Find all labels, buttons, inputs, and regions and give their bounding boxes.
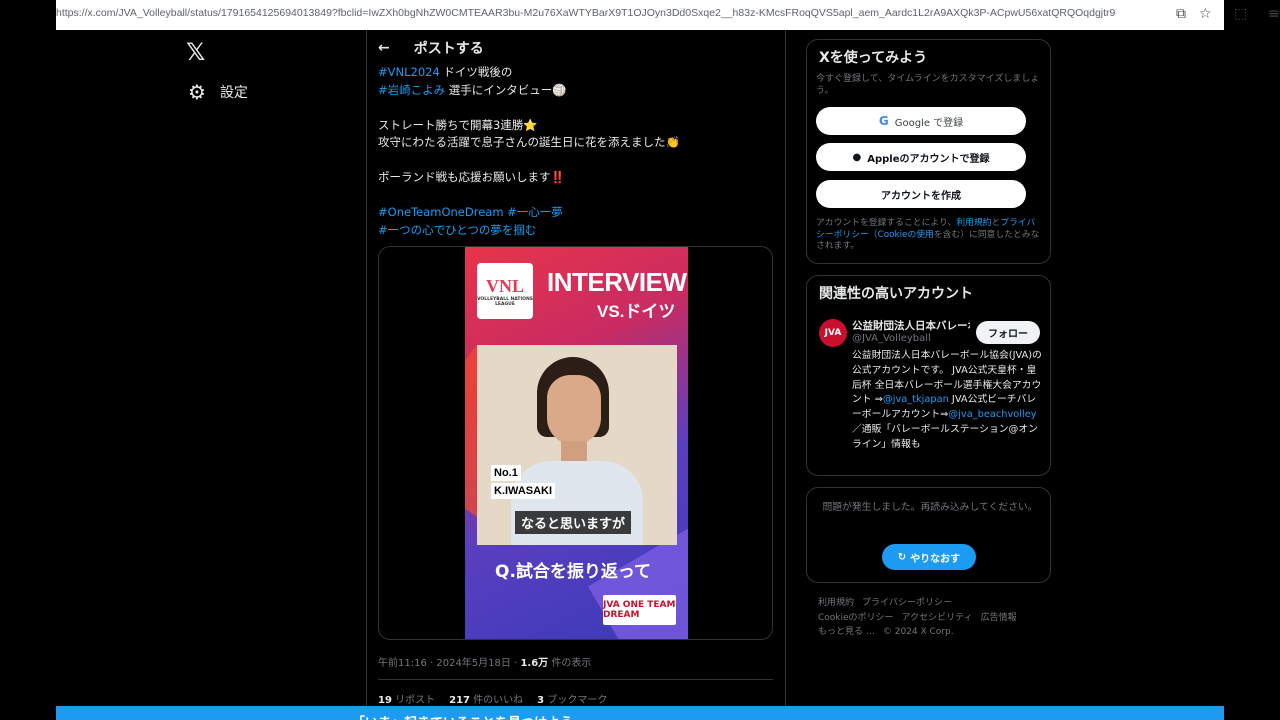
footer-link[interactable]: アクセシビリティ: [902, 613, 973, 623]
bottom-signup-banner[interactable]: 「いま」起きていることを見つけよう: [56, 706, 1224, 720]
retweet-count: 19: [378, 695, 392, 706]
menu-icon[interactable]: ≡: [1268, 6, 1280, 22]
retry-label: やりなおす: [910, 553, 961, 565]
extensions-icon[interactable]: ⬚: [1234, 6, 1247, 22]
google-signup-button[interactable]: G Google で登録: [816, 107, 1026, 135]
gear-icon: ⚙: [188, 80, 206, 104]
hashtag-link[interactable]: #岩崎こよみ: [378, 83, 445, 97]
like-stat[interactable]: 217 件のいいね: [449, 691, 523, 706]
follow-button[interactable]: フォロー: [976, 321, 1040, 344]
hashtag-link[interactable]: #VNL2024: [378, 65, 440, 79]
right-margin: [1224, 0, 1280, 720]
nav-settings[interactable]: ⚙ 設定: [188, 80, 248, 104]
vnl-logo-sub: VOLLEYBALL NATIONS LEAGUE: [477, 296, 533, 307]
footer-links: 利用規約 プライバシーポリシー Cookieのポリシー アクセシビリティ 広告情報 も…: [818, 596, 1038, 640]
signup-title: Xを使ってみよう: [819, 50, 928, 66]
url-text[interactable]: https://x.com/JVA_Volleyball/status/1791…: [56, 7, 1116, 19]
vnl-logo: VNL VOLLEYBALL NATIONS LEAGUE: [477, 263, 533, 319]
terms-link[interactable]: 利用規約: [956, 218, 991, 228]
related-accounts-card: 関連性の高いアカウント JVA 公益財団法人日本バレーボール協会 @JVA_Vo…: [806, 275, 1051, 476]
account-name[interactable]: 公益財団法人日本バレーボール協会: [852, 318, 970, 333]
legal-text: （: [868, 229, 878, 240]
retry-button[interactable]: ↻ やりなおす: [882, 544, 976, 570]
divider: [378, 679, 773, 680]
legal-text: アカウントを登録することにより、: [816, 218, 957, 228]
account-bio: 公益財団法人日本バレーボール協会(JVA)の公式アカウントです。 JVA公式天皇…: [852, 349, 1044, 453]
interview-poster: VNL VOLLEYBALL NATIONS LEAGUE INTERVIEW …: [465, 247, 688, 639]
hashtag-link[interactable]: #一つの心でひとつの夢を掴む: [378, 223, 536, 237]
account-handle[interactable]: @JVA_Volleyball: [852, 333, 931, 344]
related-title: 関連性の高いアカウント: [819, 286, 973, 302]
install-icon[interactable]: ⧉: [1176, 6, 1186, 22]
player-number: No.1: [491, 465, 521, 481]
player-name: K.IWASAKI: [491, 483, 556, 499]
footer-link[interactable]: Cookieのポリシー: [818, 613, 894, 623]
bookmark-label: ブックマーク: [544, 695, 608, 706]
footer-link[interactable]: プライバシーポリシー: [862, 598, 952, 608]
hashtag-link[interactable]: #OneTeamOneDream #一心一夢: [378, 205, 563, 219]
like-count: 217: [449, 695, 470, 706]
footer-link[interactable]: 利用規約: [818, 598, 854, 608]
interview-question: Q.試合を振り返って: [495, 562, 652, 582]
tweet-meta: 午前11:16 · 2024年5月18日 · 1.6万 件の表示: [378, 654, 591, 669]
legal-text: と: [991, 218, 1001, 228]
view-count: 1.6万: [520, 658, 549, 669]
google-icon: G: [878, 114, 889, 128]
apple-icon: ●: [852, 151, 862, 163]
bookmark-star-icon[interactable]: ☆: [1199, 6, 1212, 22]
tweet-line-text: 選手にインタビュー🏐: [445, 82, 567, 97]
retweet-label: リポスト: [391, 695, 436, 706]
column-divider-right: [785, 30, 786, 720]
error-card: 問題が発生しました。再読み込みしてください。 ↻ やりなおす: [806, 487, 1051, 583]
cookie-link[interactable]: Cookieの使用: [878, 230, 934, 240]
signup-card: Xを使ってみよう 今すぐ登録して、タイムラインをカスタマイズしましょう。 G G…: [806, 39, 1051, 264]
back-arrow-icon[interactable]: ←: [378, 40, 390, 56]
copyright: © 2024 X Corp.: [882, 627, 954, 637]
interview-vs: VS.ドイツ: [597, 302, 676, 321]
tweet-time[interactable]: 午前11:16 · 2024年5月18日 ·: [378, 658, 520, 669]
footer-link[interactable]: もっと見る …: [818, 627, 875, 637]
retweet-stat[interactable]: 19 リポスト: [378, 691, 435, 706]
interview-title: INTERVIEW: [547, 267, 687, 297]
mention-link[interactable]: @jva_beachvolley: [948, 409, 1036, 420]
apple-signup-label: Appleのアカウントで登録: [867, 153, 990, 165]
tweet-line: ストレート勝ちで開幕3連勝⭐: [378, 117, 538, 132]
tweet-text: #VNL2024 ドイツ戦後の #岩崎こよみ 選手にインタビュー🏐 ストレート勝…: [378, 64, 778, 239]
apple-signup-button[interactable]: ● Appleのアカウントで登録: [816, 143, 1026, 171]
x-logo-icon[interactable]: 𝕏: [186, 38, 205, 66]
bookmark-stat[interactable]: 3 ブックマーク: [537, 691, 607, 706]
error-message: 問題が発生しました。再読み込みしてください。: [822, 502, 1038, 513]
view-label: 件の表示: [548, 658, 592, 669]
refresh-icon: ↻: [897, 551, 907, 563]
tweet-line: #VNL2024 ドイツ戦後の: [378, 64, 778, 82]
jva-badge: JVA ONE TEAM DREAM: [603, 595, 676, 625]
column-divider-left: [366, 30, 367, 720]
avatar[interactable]: JVA: [819, 319, 847, 347]
settings-label: 設定: [219, 85, 248, 101]
tweet-line: #OneTeamOneDream #一心一夢: [378, 204, 778, 222]
video-subtitle: なると思いますが: [515, 511, 632, 534]
tweet-stats: 19 リポスト 217 件のいいね 3 ブックマーク: [378, 691, 607, 706]
mention-link[interactable]: @jva_tkjapan: [883, 394, 949, 405]
tweet-line-text: ドイツ戦後の: [439, 65, 513, 79]
post-header-title: ポストする: [413, 41, 484, 57]
tweet-line: ポーランド戦も応援お願いします‼️: [378, 170, 565, 184]
vnl-logo-text: VNL: [485, 275, 524, 296]
bio-text: ／通販「バレーボールステーション@オンライン」情報も: [852, 423, 1038, 450]
tweet-line: #岩崎こよみ 選手にインタビュー🏐: [378, 82, 778, 100]
create-account-label: アカウントを作成: [881, 190, 961, 202]
signup-legal: アカウントを登録することにより、利用規約とプライバシーポリシー（Cookieの使…: [816, 218, 1042, 253]
tweet-line: 攻守にわたる活躍で息子さんの誕生日に花を添えました👏: [378, 135, 680, 149]
like-label: 件のいいね: [469, 695, 524, 706]
post-header: ← ポストする: [378, 38, 484, 58]
footer-link[interactable]: 広告情報: [981, 613, 1017, 623]
google-signup-label: Google で登録: [894, 117, 964, 129]
left-margin: [0, 0, 56, 720]
tweet-line: #一つの心でひとつの夢を掴む: [378, 222, 778, 240]
tweet-media-video[interactable]: VNL VOLLEYBALL NATIONS LEAGUE INTERVIEW …: [378, 246, 773, 640]
browser-address-bar[interactable]: https://x.com/JVA_Volleyball/status/1791…: [56, 0, 1280, 30]
banner-text: 「いま」起きていることを見つけよう: [352, 712, 573, 720]
signup-desc: 今すぐ登録して、タイムラインをカスタマイズしましょう。: [816, 74, 1040, 96]
create-account-button[interactable]: アカウントを作成: [816, 180, 1026, 208]
